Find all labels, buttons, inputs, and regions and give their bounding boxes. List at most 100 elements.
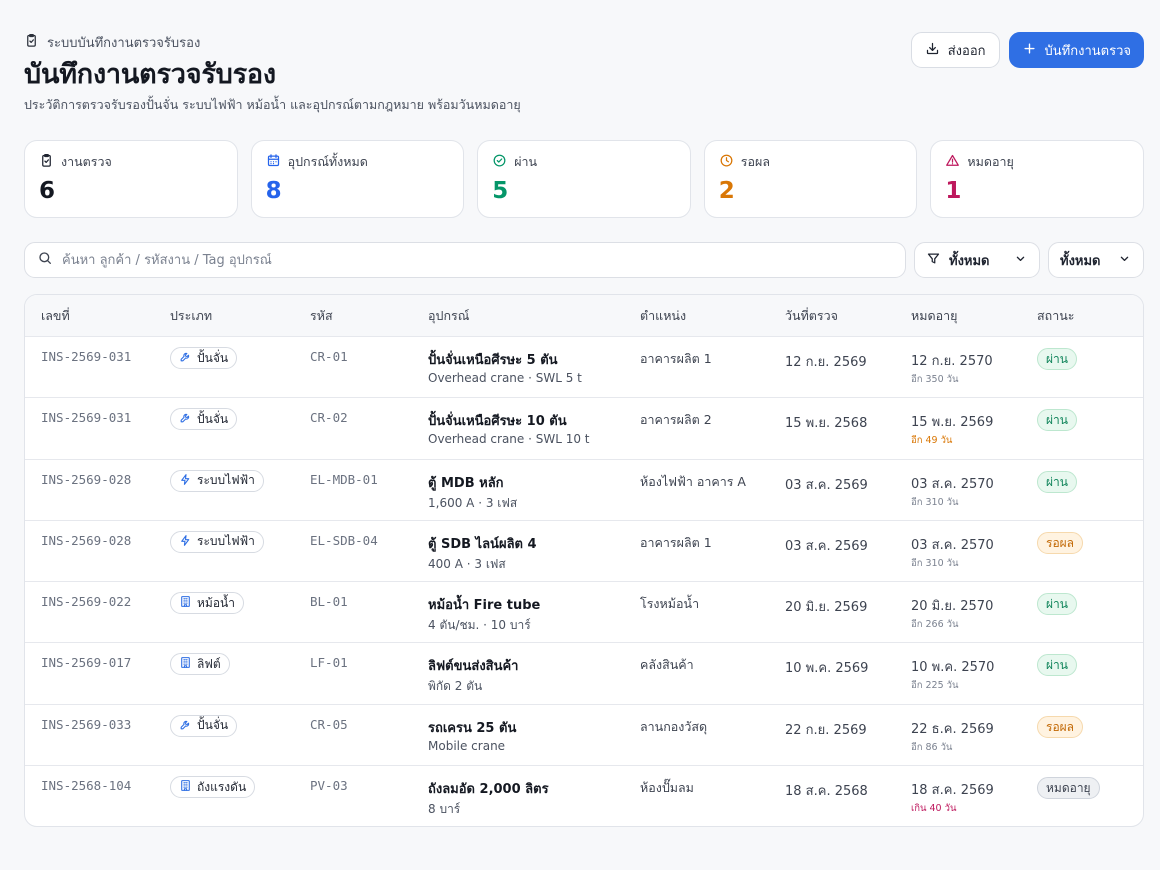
bolt-icon <box>179 534 192 550</box>
column-header[interactable]: ตำแหน่ง <box>640 306 785 326</box>
export-label: ส่งออก <box>947 43 986 59</box>
building-icon <box>179 595 192 611</box>
type-filter-select[interactable]: ทั้งหมด <box>914 242 1040 278</box>
expiry-remaining: อีก 350 วัน <box>911 374 959 385</box>
equipment-name: หม้อน้ำ Fire tube <box>428 598 541 614</box>
column-header[interactable]: ประเภท <box>170 306 310 326</box>
inspection-number[interactable]: INS-2569-031 <box>41 410 131 425</box>
table-row[interactable]: INS-2569-028 ระบบไฟฟ้า EL-SDB-04 ตู้ SDB ไล… <box>25 521 1143 583</box>
warning-icon <box>945 153 960 171</box>
type-chip: ปั้นจั่น <box>170 347 238 369</box>
breadcrumb-label: ระบบบันทึกงานตรวจรับรอง <box>47 35 201 51</box>
inspection-date: 22 ก.ย. 2569 <box>785 722 867 738</box>
inspection-table: เลขที่ ประเภท รหัส อุปกรณ์ ตำแหน่ง วันที… <box>24 294 1144 827</box>
type-label: ปั้นจั่น <box>197 718 229 733</box>
equipment-code: BL-01 <box>310 594 348 610</box>
type-chip: ระบบไฟฟ้า <box>170 530 264 553</box>
column-header[interactable]: สถานะ <box>1037 306 1137 326</box>
search-input[interactable] <box>62 252 893 268</box>
location: โรงหม้อน้ำ <box>640 596 700 612</box>
new-inspection-button[interactable]: บันทึกงานตรวจ <box>1008 32 1144 68</box>
inspection-number[interactable]: INS-2569-017 <box>41 655 131 670</box>
table-row[interactable]: INS-2569-033 ปั้นจั่น CR-05 รถเครน 25 ตัน Mo… <box>25 705 1143 767</box>
status-badge: ผ่าน <box>1037 593 1077 616</box>
equipment-name: ถังลมอัด 2,000 ลิตร <box>428 782 549 798</box>
column-header[interactable]: เลขที่ <box>25 306 170 326</box>
new-inspection-label: บันทึกงานตรวจ <box>1044 43 1131 59</box>
inspection-number[interactable]: INS-2569-028 <box>41 472 131 487</box>
inspection-number[interactable]: INS-2568-104 <box>41 778 131 793</box>
table-row[interactable]: INS-2569-031 ปั้นจั่น CR-02 ปั้นจั่นเหนือศี… <box>25 398 1143 460</box>
expiry-remaining: อีก 225 วัน <box>911 680 959 692</box>
column-header[interactable]: อุปกรณ์ <box>428 306 640 326</box>
stat-cards: งานตรวจ 6 อุปกรณ์ทั้งหมด 8 ผ่าน 5 รอผล 2… <box>24 140 1144 218</box>
stat-card-inspections: งานตรวจ 6 <box>24 140 238 218</box>
location: ห้องปั๊มลม <box>640 780 694 796</box>
stat-label: รอผล <box>740 154 770 169</box>
stat-value: 5 <box>492 178 509 204</box>
expiry-remaining: อีก 310 วัน <box>911 557 959 569</box>
export-button[interactable]: ส่งออก <box>910 32 1000 68</box>
inspection-number[interactable]: INS-2569-022 <box>41 594 131 609</box>
stat-card-passed: ผ่าน 5 <box>477 140 691 218</box>
table-row[interactable]: INS-2569-031 ปั้นจั่น CR-01 ปั้นจั่นเหนือศี… <box>25 337 1143 399</box>
expiry-remaining: อีก 266 วัน <box>911 619 959 631</box>
expiry-date: 03 ส.ค. 2570 <box>911 476 994 492</box>
inspection-date: 18 ส.ค. 2568 <box>785 784 868 800</box>
plus-icon <box>1022 41 1037 60</box>
table-header: เลขที่ ประเภท รหัส อุปกรณ์ ตำแหน่ง วันที… <box>25 295 1143 337</box>
type-chip: ปั้นจั่น <box>170 408 238 431</box>
inspection-date: 03 ส.ค. 2569 <box>785 477 868 493</box>
type-label: ลิฟต์ <box>197 656 221 671</box>
equipment-detail: 1,600 A · 3 เฟส <box>428 495 518 510</box>
table-row[interactable]: INS-2569-022 หม้อน้ำ BL-01 หม้อน้ำ Fire tub… <box>25 582 1143 644</box>
stat-label: ผ่าน <box>514 154 538 169</box>
clipboard-icon <box>39 153 54 171</box>
inspection-number[interactable]: INS-2569-031 <box>41 349 131 364</box>
type-label: หม้อน้ำ <box>197 595 235 610</box>
equipment-name: ลิฟต์ขนส่งสินค้า <box>428 659 519 675</box>
equipment-detail: 8 บาร์ <box>428 802 461 817</box>
building-icon <box>179 656 192 672</box>
search-icon <box>37 250 53 270</box>
status-badge: รอผล <box>1037 715 1084 738</box>
search-box[interactable] <box>24 242 906 278</box>
column-header[interactable]: รหัส <box>310 306 428 326</box>
location: อาคารผลิต 1 <box>640 534 712 550</box>
table-row[interactable]: INS-2569-028 ระบบไฟฟ้า EL-MDB-01 ตู้ MDB หล… <box>25 460 1143 521</box>
status-badge: หมดอายุ <box>1037 777 1100 800</box>
equipment-detail: Overhead crane · SWL 10 t <box>428 432 590 447</box>
inspection-number[interactable]: INS-2569-033 <box>41 717 131 732</box>
equipment-detail: Mobile crane <box>428 738 506 753</box>
equipment-name: รถเครน 25 ตัน <box>428 720 517 736</box>
status-badge: ผ่าน <box>1037 470 1077 493</box>
stat-value: 8 <box>265 178 282 204</box>
page-subtitle: ประวัติการตรวจรับรองปั้นจั่น ระบบไฟฟ้า ห… <box>24 97 521 112</box>
status-filter-select[interactable]: ทั้งหมด <box>1048 242 1144 278</box>
calendar-icon <box>266 153 281 171</box>
status-badge: ผ่าน <box>1037 409 1077 432</box>
table-row[interactable]: INS-2568-104 ถังแรงดัน PV-03 ถังลมอัด 2,000… <box>25 766 1143 826</box>
equipment-code: LF-01 <box>310 655 348 671</box>
expiry-date: 12 ก.ย. 2570 <box>911 354 993 369</box>
expiry-date: 15 พ.ย. 2569 <box>911 415 994 431</box>
location: คลังสินค้า <box>640 657 694 673</box>
equipment-code: PV-03 <box>310 778 348 794</box>
bolt-icon <box>179 473 192 489</box>
page-header: ระบบบันทึกงานตรวจรับรอง บันทึกงานตรวจรับ… <box>24 32 1144 122</box>
equipment-code: CR-01 <box>310 349 348 364</box>
column-header[interactable]: หมดอายุ <box>911 306 1037 326</box>
chevron-down-icon <box>1013 251 1028 270</box>
table-row[interactable]: INS-2569-017 ลิฟต์ LF-01 ลิฟต์ขนส่งสินค้า พิ… <box>25 643 1143 705</box>
filter-icon <box>926 251 941 270</box>
column-header[interactable]: วันที่ตรวจ <box>785 306 911 326</box>
type-label: ระบบไฟฟ้า <box>197 534 255 549</box>
inspection-number[interactable]: INS-2569-028 <box>41 533 131 548</box>
status-filter-value: ทั้งหมด <box>1060 253 1101 269</box>
wrench-icon <box>179 350 192 366</box>
inspection-date: 15 พ.ย. 2568 <box>785 416 868 432</box>
stat-card-equipment: อุปกรณ์ทั้งหมด 8 <box>250 140 465 218</box>
equipment-code: EL-MDB-01 <box>310 471 378 487</box>
expiry-date: 10 พ.ค. 2570 <box>911 660 995 676</box>
wrench-icon <box>179 718 192 734</box>
